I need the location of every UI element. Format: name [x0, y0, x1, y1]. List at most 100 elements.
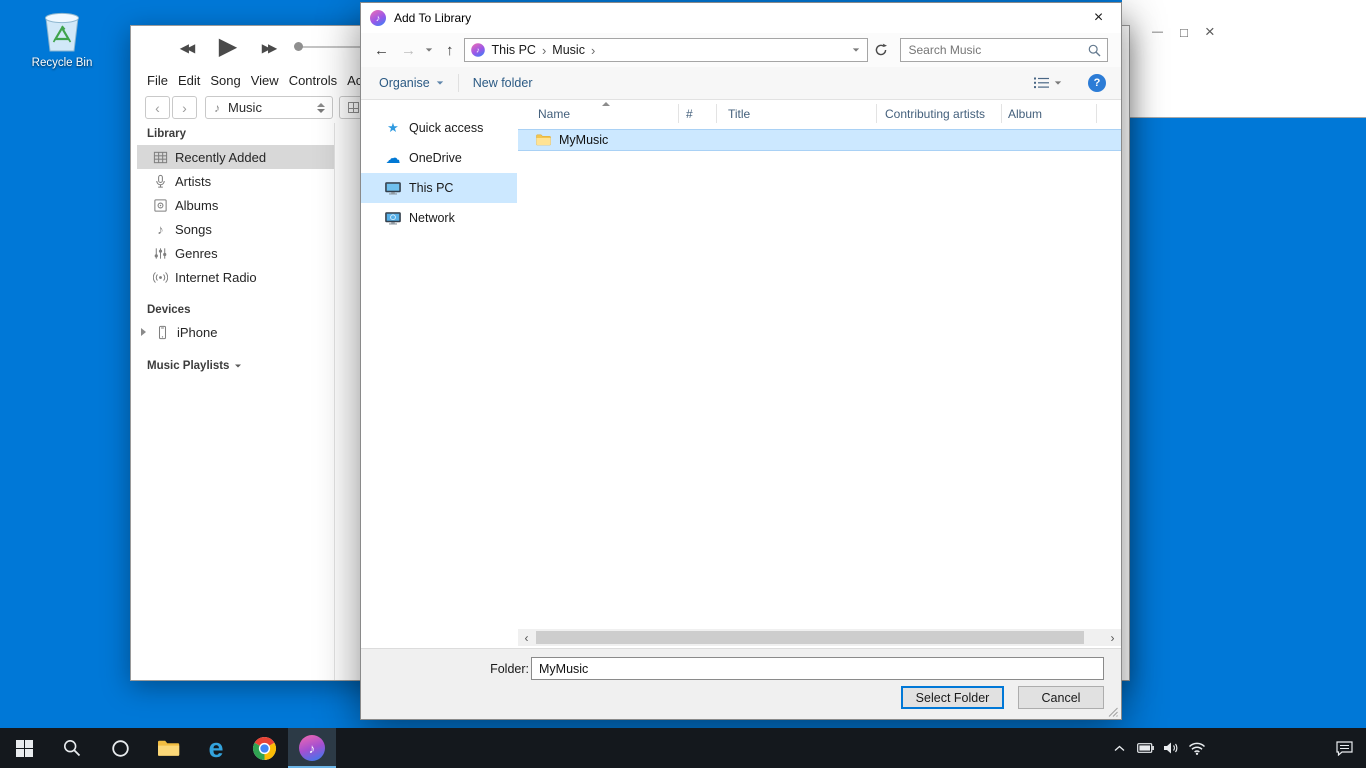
fast-forward-button[interactable]: ▶▶: [249, 35, 287, 61]
nav-item-label: OneDrive: [409, 151, 462, 165]
view-mode-button[interactable]: [1034, 77, 1062, 89]
network-tray-icon[interactable]: [1184, 728, 1210, 768]
playlists-header-label: Music Playlists: [147, 358, 229, 374]
breadcrumb-this-pc[interactable]: This PC: [486, 43, 542, 57]
horizontal-scrollbar[interactable]: ‹ ›: [518, 629, 1121, 646]
play-button[interactable]: ▶: [211, 30, 245, 64]
music-note-icon: ♪: [309, 741, 316, 756]
search-input[interactable]: [901, 39, 1107, 61]
expand-chevron-icon[interactable]: [141, 328, 146, 336]
sidebar-item-network[interactable]: Network: [361, 203, 517, 233]
taskbar-search-button[interactable]: [48, 728, 96, 768]
resize-grip[interactable]: [1107, 706, 1119, 718]
column-header-album[interactable]: Album: [1008, 107, 1042, 121]
nav-forward-button[interactable]: →: [401, 42, 416, 59]
music-note-icon: ♪: [214, 101, 220, 115]
sidebar-item-iphone[interactable]: iPhone: [137, 320, 334, 344]
cortana-button[interactable]: [96, 728, 144, 768]
menu-song[interactable]: Song: [205, 70, 245, 91]
sidebar-item-recently-added[interactable]: Recently Added: [137, 145, 334, 169]
action-center-button[interactable]: [1322, 728, 1366, 768]
sidebar-item-onedrive[interactable]: ☁ OneDrive: [361, 143, 517, 173]
bg-minimize-button[interactable]: —: [1152, 26, 1163, 38]
address-bar[interactable]: ♪ This PC › Music ›: [464, 38, 868, 62]
column-header-name[interactable]: Name: [538, 107, 570, 121]
speaker-icon: [1163, 741, 1179, 755]
recycle-bin[interactable]: Recycle Bin: [22, 6, 102, 69]
folder-input[interactable]: [531, 657, 1104, 680]
sidebar-item-this-pc[interactable]: This PC: [361, 173, 517, 203]
sidebar-item-albums[interactable]: Albums: [137, 193, 334, 217]
list-view-icon: [1034, 77, 1049, 89]
dialog-titlebar[interactable]: ♪ Add To Library ×: [361, 3, 1121, 33]
recent-locations-chevron-icon[interactable]: [426, 48, 432, 51]
file-explorer-button[interactable]: [144, 728, 192, 768]
breadcrumb-separator-icon: ›: [591, 43, 595, 58]
organise-button[interactable]: Organise: [379, 76, 444, 90]
nav-item-label: Network: [409, 211, 455, 225]
genres-icon: [153, 246, 168, 261]
devices-header: Devices: [137, 302, 334, 318]
breadcrumb-music[interactable]: Music: [546, 43, 591, 57]
chrome-button[interactable]: [240, 728, 288, 768]
dialog-sidebar: ★ Quick access ☁ OneDrive This PC: [361, 100, 517, 648]
new-folder-button[interactable]: New folder: [473, 76, 533, 90]
itunes-taskbar-button[interactable]: ♪: [288, 728, 336, 768]
file-row-mymusic[interactable]: MyMusic: [518, 129, 1121, 151]
itunes-back-button[interactable]: ‹: [145, 96, 170, 119]
start-button[interactable]: [0, 728, 48, 768]
bg-maximize-button[interactable]: □: [1180, 25, 1188, 40]
scroll-right-arrow[interactable]: ›: [1104, 631, 1121, 645]
media-kind-dropdown[interactable]: ♪ Music: [205, 96, 333, 119]
tray-expand-button[interactable]: [1106, 728, 1132, 768]
column-separator[interactable]: [1096, 104, 1097, 123]
nav-item-label: This PC: [409, 181, 453, 195]
itunes-forward-button[interactable]: ›: [172, 96, 197, 119]
column-separator[interactable]: [678, 104, 679, 123]
bg-close-button[interactable]: ×: [1205, 22, 1215, 42]
refresh-button[interactable]: [870, 38, 892, 62]
menu-view[interactable]: View: [246, 70, 284, 91]
sidebar-item-internet-radio[interactable]: Internet Radio: [137, 265, 334, 289]
sidebar-label: Internet Radio: [175, 270, 257, 285]
nav-back-button[interactable]: ←: [374, 42, 389, 59]
volume-knob[interactable]: [294, 42, 303, 51]
music-playlists-header[interactable]: Music Playlists: [137, 358, 334, 374]
column-separator[interactable]: [716, 104, 717, 123]
windows-logo-icon: [16, 740, 33, 757]
volume-tray-icon[interactable]: [1158, 728, 1184, 768]
address-dropdown-chevron-icon[interactable]: [852, 48, 858, 51]
battery-tray-icon[interactable]: [1132, 728, 1158, 768]
sidebar-label: Albums: [175, 198, 218, 213]
sidebar-item-artists[interactable]: Artists: [137, 169, 334, 193]
battery-icon: [1137, 743, 1154, 753]
menu-edit[interactable]: Edit: [173, 70, 205, 91]
column-separator[interactable]: [1001, 104, 1002, 123]
organise-caret-icon: [437, 81, 443, 84]
column-header-number[interactable]: #: [686, 107, 693, 121]
search-box: [900, 38, 1108, 62]
chevron-down-icon: [317, 109, 325, 113]
nav-up-button[interactable]: ↑: [446, 42, 454, 59]
scroll-left-arrow[interactable]: ‹: [518, 631, 535, 645]
menu-file[interactable]: File: [142, 70, 173, 91]
help-button[interactable]: ?: [1088, 74, 1106, 92]
edge-button[interactable]: e: [192, 728, 240, 768]
column-header-contributing-artists[interactable]: Contributing artists: [885, 107, 985, 121]
column-separator[interactable]: [876, 104, 877, 123]
file-name: MyMusic: [559, 133, 608, 147]
sidebar-label: Artists: [175, 174, 211, 189]
sidebar-label: Recently Added: [175, 150, 266, 165]
select-folder-button[interactable]: Select Folder: [901, 686, 1004, 709]
cancel-button[interactable]: Cancel: [1018, 686, 1104, 709]
scrollbar-thumb[interactable]: [536, 631, 1084, 644]
dialog-close-button[interactable]: ×: [1076, 3, 1121, 33]
cortana-ring-icon: [111, 739, 130, 758]
menu-controls[interactable]: Controls: [284, 70, 342, 91]
file-explorer-folder-icon: [157, 739, 180, 757]
sidebar-item-songs[interactable]: ♪ Songs: [137, 217, 334, 241]
sidebar-item-quick-access[interactable]: ★ Quick access: [361, 113, 517, 143]
rewind-button[interactable]: ◀◀: [167, 35, 205, 61]
column-header-title[interactable]: Title: [728, 107, 750, 121]
sidebar-item-genres[interactable]: Genres: [137, 241, 334, 265]
